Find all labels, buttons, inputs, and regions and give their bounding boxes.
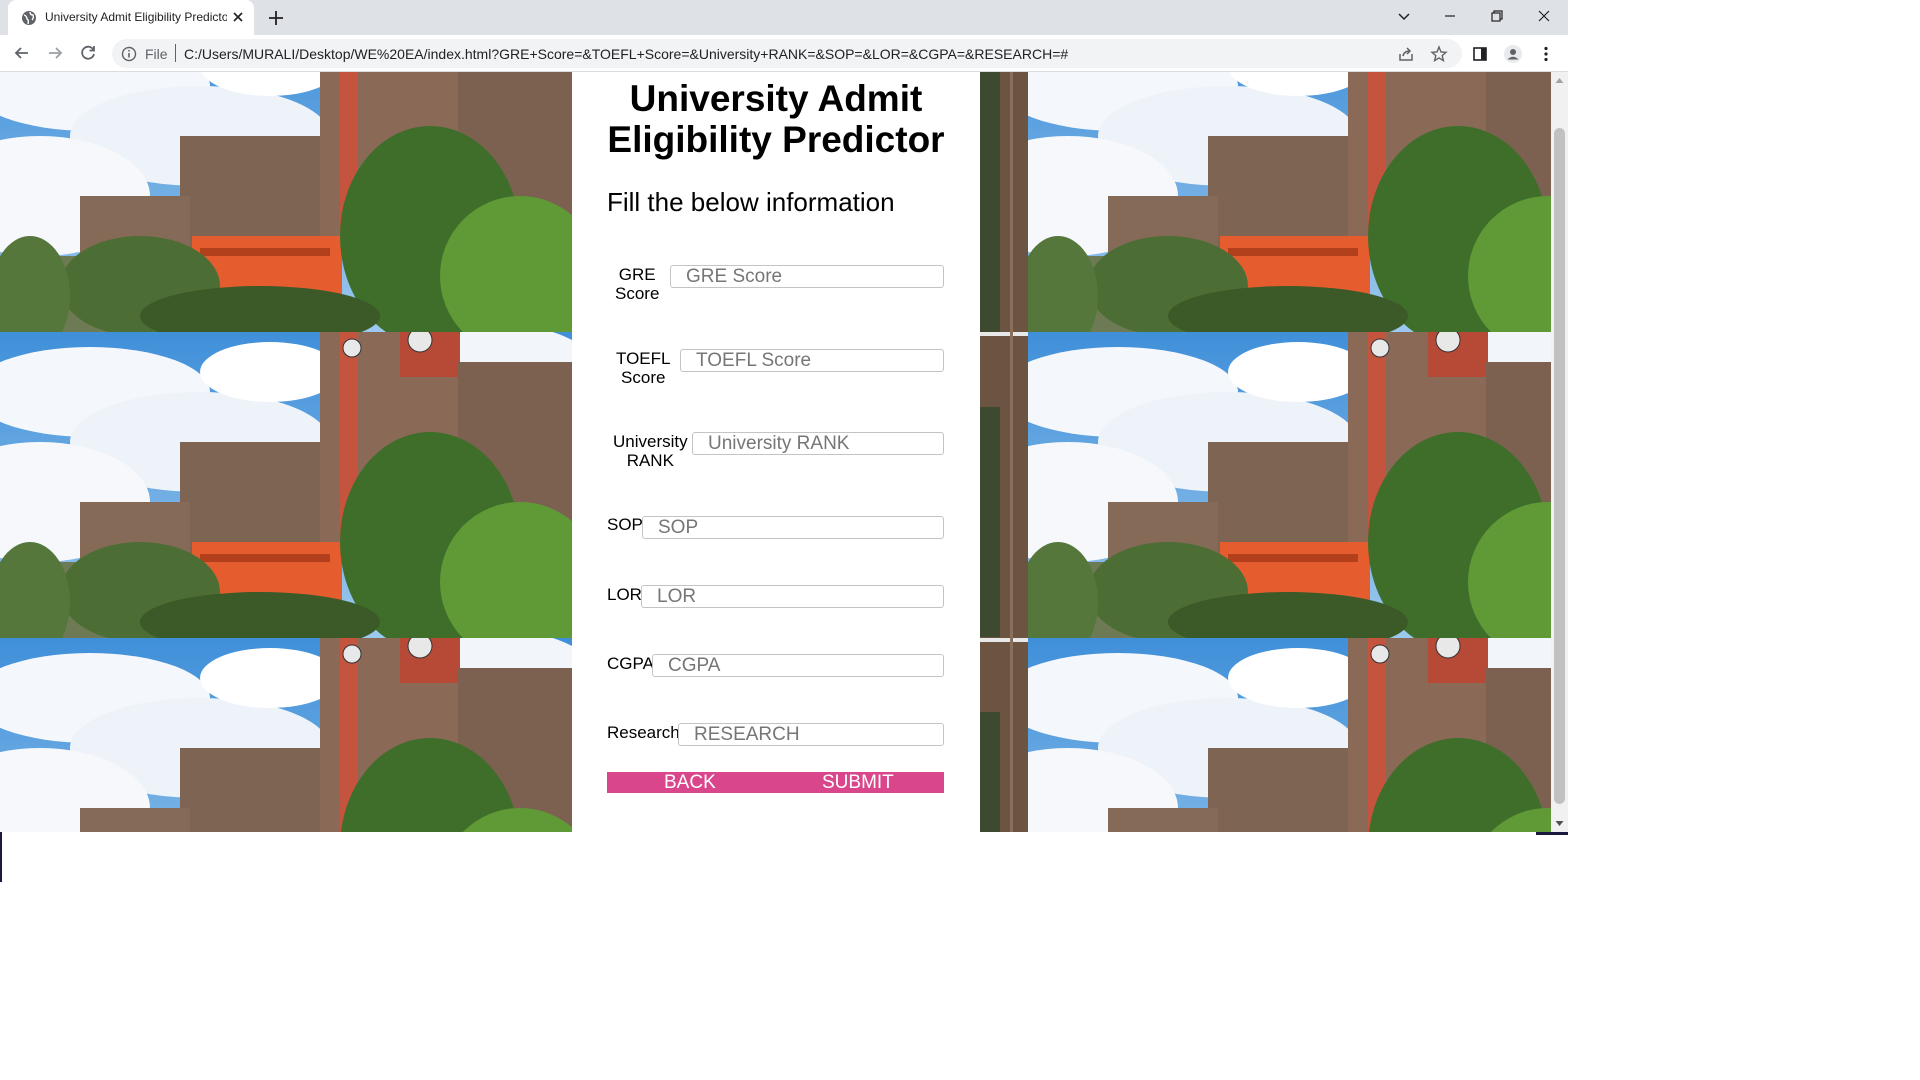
chevron-down-icon[interactable] bbox=[1394, 6, 1414, 26]
background-campus-photo bbox=[1028, 638, 1551, 832]
tab-title: University Admit Eligibility Predictor bbox=[45, 10, 227, 24]
back-arrow-icon[interactable] bbox=[12, 43, 32, 63]
background-campus-photo bbox=[1028, 332, 1551, 638]
browser-tab[interactable]: University Admit Eligibility Predictor bbox=[8, 0, 254, 35]
url-text[interactable]: C:/Users/MURALI/Desktop/WE%20EA/index.ht… bbox=[184, 46, 1068, 62]
research-label: Research bbox=[607, 723, 680, 742]
forward-arrow-icon[interactable] bbox=[45, 43, 65, 63]
cgpa-input[interactable] bbox=[652, 654, 944, 677]
page-title-line-1: University Admit bbox=[629, 78, 923, 119]
minimize-icon[interactable] bbox=[1440, 6, 1460, 26]
scroll-up-arrow-icon[interactable] bbox=[1555, 76, 1564, 85]
toefl-score-label: TOEFL Score bbox=[616, 349, 670, 387]
below-viewport-area bbox=[0, 832, 1568, 882]
form-actions: BACK SUBMIT bbox=[607, 772, 944, 793]
browser-toolbar: File C:/Users/MURALI/Desktop/WE%20EA/ind… bbox=[0, 35, 1568, 72]
star-icon[interactable] bbox=[1430, 45, 1448, 63]
profile-icon[interactable] bbox=[1503, 44, 1523, 64]
page-title-line-2: Eligibility Predictor bbox=[607, 119, 945, 160]
share-icon[interactable] bbox=[1397, 45, 1415, 63]
plus-icon[interactable] bbox=[266, 8, 286, 28]
form-card: University Admit Eligibility Predictor F… bbox=[572, 72, 980, 832]
cgpa-label: CGPA bbox=[607, 654, 654, 673]
gre-score-label: GRE Score bbox=[615, 265, 659, 303]
gre-label-line-1: GRE bbox=[618, 265, 656, 284]
kebab-menu-icon[interactable] bbox=[1536, 44, 1556, 64]
page-title: University Admit Eligibility Predictor bbox=[572, 78, 980, 160]
address-separator bbox=[175, 44, 176, 62]
background-photo-strip bbox=[980, 72, 1028, 832]
background-campus-photo bbox=[0, 332, 572, 638]
close-icon[interactable] bbox=[230, 9, 246, 25]
reload-icon[interactable] bbox=[78, 43, 98, 63]
submit-button[interactable]: SUBMIT bbox=[822, 772, 894, 793]
side-panel-icon[interactable] bbox=[1470, 44, 1490, 64]
rank-label-line-1: University bbox=[613, 432, 688, 451]
gre-label-line-2: Score bbox=[615, 284, 660, 303]
background-campus-photo bbox=[0, 638, 572, 832]
scroll-down-arrow-icon[interactable] bbox=[1555, 819, 1564, 828]
edge-line bbox=[0, 832, 2, 882]
university-rank-input[interactable] bbox=[692, 432, 944, 455]
scrollbar-thumb[interactable] bbox=[1554, 128, 1565, 804]
research-input[interactable] bbox=[678, 723, 944, 746]
lor-input[interactable] bbox=[641, 585, 944, 608]
toefl-label-line-2: Score bbox=[621, 368, 666, 387]
page-viewport: University Admit Eligibility Predictor F… bbox=[0, 72, 1551, 832]
sop-input[interactable] bbox=[642, 516, 944, 539]
edge-line-right bbox=[1536, 832, 1568, 835]
window-close-icon[interactable] bbox=[1534, 6, 1554, 26]
lor-label: LOR bbox=[607, 585, 642, 604]
rank-label-line-2: RANK bbox=[626, 451, 674, 470]
background-campus-photo bbox=[0, 72, 572, 332]
background-campus-photo bbox=[1028, 72, 1551, 332]
globe-icon bbox=[22, 11, 36, 25]
browser-tab-strip: University Admit Eligibility Predictor bbox=[0, 0, 1568, 35]
gre-score-input[interactable] bbox=[670, 265, 944, 288]
restore-icon[interactable] bbox=[1487, 6, 1507, 26]
sop-label: SOP bbox=[607, 515, 643, 534]
info-icon[interactable] bbox=[121, 46, 137, 62]
back-button[interactable]: BACK bbox=[664, 772, 716, 793]
university-rank-label: University RANK bbox=[613, 432, 688, 470]
form-instructions: Fill the below information bbox=[607, 187, 895, 217]
toefl-score-input[interactable] bbox=[680, 349, 944, 372]
address-bar[interactable]: File C:/Users/MURALI/Desktop/WE%20EA/ind… bbox=[112, 39, 1462, 68]
url-scheme: File bbox=[145, 46, 168, 62]
toefl-label-line-1: TOEFL bbox=[616, 349, 671, 368]
page-scrollbar[interactable] bbox=[1551, 72, 1568, 832]
